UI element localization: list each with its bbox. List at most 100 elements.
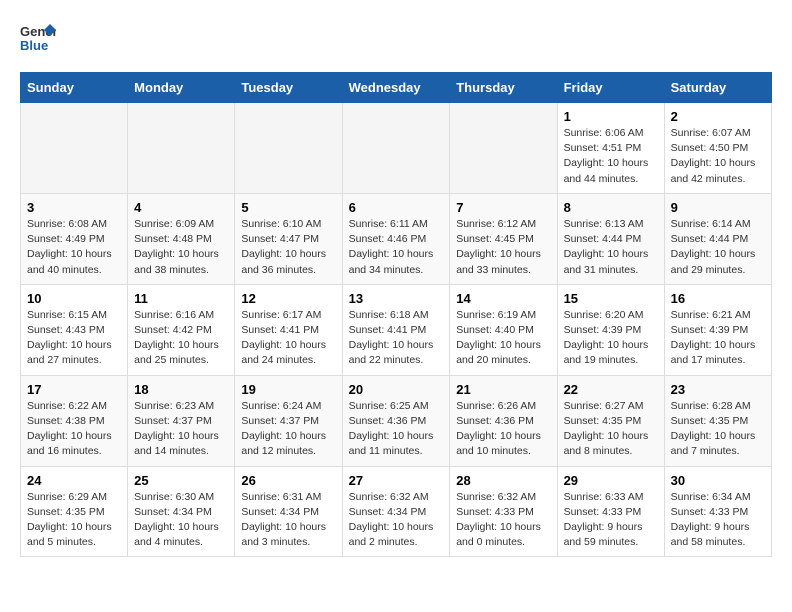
page-header: General Blue [20, 20, 772, 56]
weekday-header-sunday: Sunday [21, 73, 128, 103]
day-number: 13 [349, 291, 444, 306]
day-info: Sunrise: 6:13 AM Sunset: 4:44 PM Dayligh… [564, 217, 658, 278]
day-info: Sunrise: 6:08 AM Sunset: 4:49 PM Dayligh… [27, 217, 121, 278]
calendar-cell: 4 Sunrise: 6:09 AM Sunset: 4:48 PM Daylig… [128, 193, 235, 284]
calendar-cell [235, 103, 342, 194]
calendar-cell [128, 103, 235, 194]
logo-icon: General Blue [20, 20, 56, 56]
day-number: 20 [349, 382, 444, 397]
day-number: 2 [671, 109, 765, 124]
calendar-cell: 15 Sunrise: 6:20 AM Sunset: 4:39 PM Dayli… [557, 284, 664, 375]
weekday-header-tuesday: Tuesday [235, 73, 342, 103]
calendar-cell [21, 103, 128, 194]
day-info: Sunrise: 6:31 AM Sunset: 4:34 PM Dayligh… [241, 490, 335, 551]
day-number: 21 [456, 382, 550, 397]
calendar-cell: 2 Sunrise: 6:07 AM Sunset: 4:50 PM Daylig… [664, 103, 771, 194]
day-number: 29 [564, 473, 658, 488]
weekday-header-wednesday: Wednesday [342, 73, 450, 103]
day-info: Sunrise: 6:17 AM Sunset: 4:41 PM Dayligh… [241, 308, 335, 369]
day-number: 27 [349, 473, 444, 488]
day-number: 15 [564, 291, 658, 306]
calendar-cell: 6 Sunrise: 6:11 AM Sunset: 4:46 PM Daylig… [342, 193, 450, 284]
calendar-week-2: 3Sunrise: 6:08 AM Sunset: 4:49 PM Daylig… [21, 193, 772, 284]
day-number: 14 [456, 291, 550, 306]
day-info: Sunrise: 6:09 AM Sunset: 4:48 PM Dayligh… [134, 217, 228, 278]
svg-text:Blue: Blue [20, 38, 48, 53]
day-info: Sunrise: 6:27 AM Sunset: 4:35 PM Dayligh… [564, 399, 658, 460]
calendar-week-3: 10 Sunrise: 6:15 AM Sunset: 4:43 PM Dayli… [21, 284, 772, 375]
calendar-cell: 13 Sunrise: 6:18 AM Sunset: 4:41 PM Dayli… [342, 284, 450, 375]
day-info: Sunrise: 6:19 AM Sunset: 4:40 PM Dayligh… [456, 308, 550, 369]
weekday-header-saturday: Saturday [664, 73, 771, 103]
calendar-week-4: 17 Sunrise: 6:22 AM Sunset: 4:38 PM Dayli… [21, 375, 772, 466]
calendar-cell: 27 Sunrise: 6:32 AM Sunset: 4:34 PM Dayli… [342, 466, 450, 557]
day-number: 16 [671, 291, 765, 306]
calendar-cell: 21Sunrise: 6:26 AM Sunset: 4:36 PM Dayli… [450, 375, 557, 466]
day-number: 8 [564, 200, 658, 215]
day-number: 17 [27, 382, 121, 397]
day-number: 18 [134, 382, 228, 397]
calendar-cell: 8 Sunrise: 6:13 AM Sunset: 4:44 PM Daylig… [557, 193, 664, 284]
weekday-header-thursday: Thursday [450, 73, 557, 103]
day-number: 24 [27, 473, 121, 488]
calendar-header-row: SundayMondayTuesdayWednesdayThursdayFrid… [21, 73, 772, 103]
calendar-cell [450, 103, 557, 194]
calendar-cell: 17 Sunrise: 6:22 AM Sunset: 4:38 PM Dayli… [21, 375, 128, 466]
day-info: Sunrise: 6:32 AM Sunset: 4:33 PM Dayligh… [456, 490, 550, 551]
day-info: Sunrise: 6:07 AM Sunset: 4:50 PM Dayligh… [671, 126, 765, 187]
calendar-week-1: 1Sunrise: 6:06 AM Sunset: 4:51 PM Daylig… [21, 103, 772, 194]
day-number: 19 [241, 382, 335, 397]
day-info: Sunrise: 6:21 AM Sunset: 4:39 PM Dayligh… [671, 308, 765, 369]
day-info: Sunrise: 6:29 AM Sunset: 4:35 PM Dayligh… [27, 490, 121, 551]
calendar-table: SundayMondayTuesdayWednesdayThursdayFrid… [20, 72, 772, 557]
day-number: 6 [349, 200, 444, 215]
day-info: Sunrise: 6:23 AM Sunset: 4:37 PM Dayligh… [134, 399, 228, 460]
calendar-week-5: 24 Sunrise: 6:29 AM Sunset: 4:35 PM Dayli… [21, 466, 772, 557]
calendar-cell: 1Sunrise: 6:06 AM Sunset: 4:51 PM Daylig… [557, 103, 664, 194]
day-info: Sunrise: 6:16 AM Sunset: 4:42 PM Dayligh… [134, 308, 228, 369]
day-number: 26 [241, 473, 335, 488]
day-info: Sunrise: 6:18 AM Sunset: 4:41 PM Dayligh… [349, 308, 444, 369]
calendar-cell: 14 Sunrise: 6:19 AM Sunset: 4:40 PM Dayli… [450, 284, 557, 375]
day-info: Sunrise: 6:25 AM Sunset: 4:36 PM Dayligh… [349, 399, 444, 460]
day-number: 4 [134, 200, 228, 215]
day-info: Sunrise: 6:33 AM Sunset: 4:33 PM Dayligh… [564, 490, 658, 551]
calendar-cell: 18 Sunrise: 6:23 AM Sunset: 4:37 PM Dayli… [128, 375, 235, 466]
day-info: Sunrise: 6:32 AM Sunset: 4:34 PM Dayligh… [349, 490, 444, 551]
day-info: Sunrise: 6:14 AM Sunset: 4:44 PM Dayligh… [671, 217, 765, 278]
day-info: Sunrise: 6:22 AM Sunset: 4:38 PM Dayligh… [27, 399, 121, 460]
day-info: Sunrise: 6:11 AM Sunset: 4:46 PM Dayligh… [349, 217, 444, 278]
day-number: 25 [134, 473, 228, 488]
logo: General Blue [20, 20, 56, 56]
calendar-cell: 20 Sunrise: 6:25 AM Sunset: 4:36 PM Dayli… [342, 375, 450, 466]
calendar-cell: 28Sunrise: 6:32 AM Sunset: 4:33 PM Dayli… [450, 466, 557, 557]
calendar-cell: 10 Sunrise: 6:15 AM Sunset: 4:43 PM Dayli… [21, 284, 128, 375]
calendar-cell: 7 Sunrise: 6:12 AM Sunset: 4:45 PM Daylig… [450, 193, 557, 284]
day-number: 11 [134, 291, 228, 306]
day-number: 5 [241, 200, 335, 215]
weekday-header-friday: Friday [557, 73, 664, 103]
day-info: Sunrise: 6:20 AM Sunset: 4:39 PM Dayligh… [564, 308, 658, 369]
calendar-cell: 3Sunrise: 6:08 AM Sunset: 4:49 PM Daylig… [21, 193, 128, 284]
calendar-cell: 11 Sunrise: 6:16 AM Sunset: 4:42 PM Dayli… [128, 284, 235, 375]
calendar-cell: 16 Sunrise: 6:21 AM Sunset: 4:39 PM Dayli… [664, 284, 771, 375]
calendar-cell: 25Sunrise: 6:30 AM Sunset: 4:34 PM Dayli… [128, 466, 235, 557]
calendar-cell [342, 103, 450, 194]
day-info: Sunrise: 6:12 AM Sunset: 4:45 PM Dayligh… [456, 217, 550, 278]
day-number: 9 [671, 200, 765, 215]
calendar-cell: 30Sunrise: 6:34 AM Sunset: 4:33 PM Dayli… [664, 466, 771, 557]
day-number: 10 [27, 291, 121, 306]
calendar-cell: 24 Sunrise: 6:29 AM Sunset: 4:35 PM Dayli… [21, 466, 128, 557]
day-info: Sunrise: 6:06 AM Sunset: 4:51 PM Dayligh… [564, 126, 658, 187]
day-number: 7 [456, 200, 550, 215]
calendar-cell: 22 Sunrise: 6:27 AM Sunset: 4:35 PM Dayli… [557, 375, 664, 466]
calendar-cell: 29 Sunrise: 6:33 AM Sunset: 4:33 PM Dayli… [557, 466, 664, 557]
day-info: Sunrise: 6:10 AM Sunset: 4:47 PM Dayligh… [241, 217, 335, 278]
calendar-cell: 9 Sunrise: 6:14 AM Sunset: 4:44 PM Daylig… [664, 193, 771, 284]
day-number: 23 [671, 382, 765, 397]
calendar-cell: 26 Sunrise: 6:31 AM Sunset: 4:34 PM Dayli… [235, 466, 342, 557]
day-info: Sunrise: 6:15 AM Sunset: 4:43 PM Dayligh… [27, 308, 121, 369]
day-number: 22 [564, 382, 658, 397]
day-number: 12 [241, 291, 335, 306]
weekday-header-monday: Monday [128, 73, 235, 103]
